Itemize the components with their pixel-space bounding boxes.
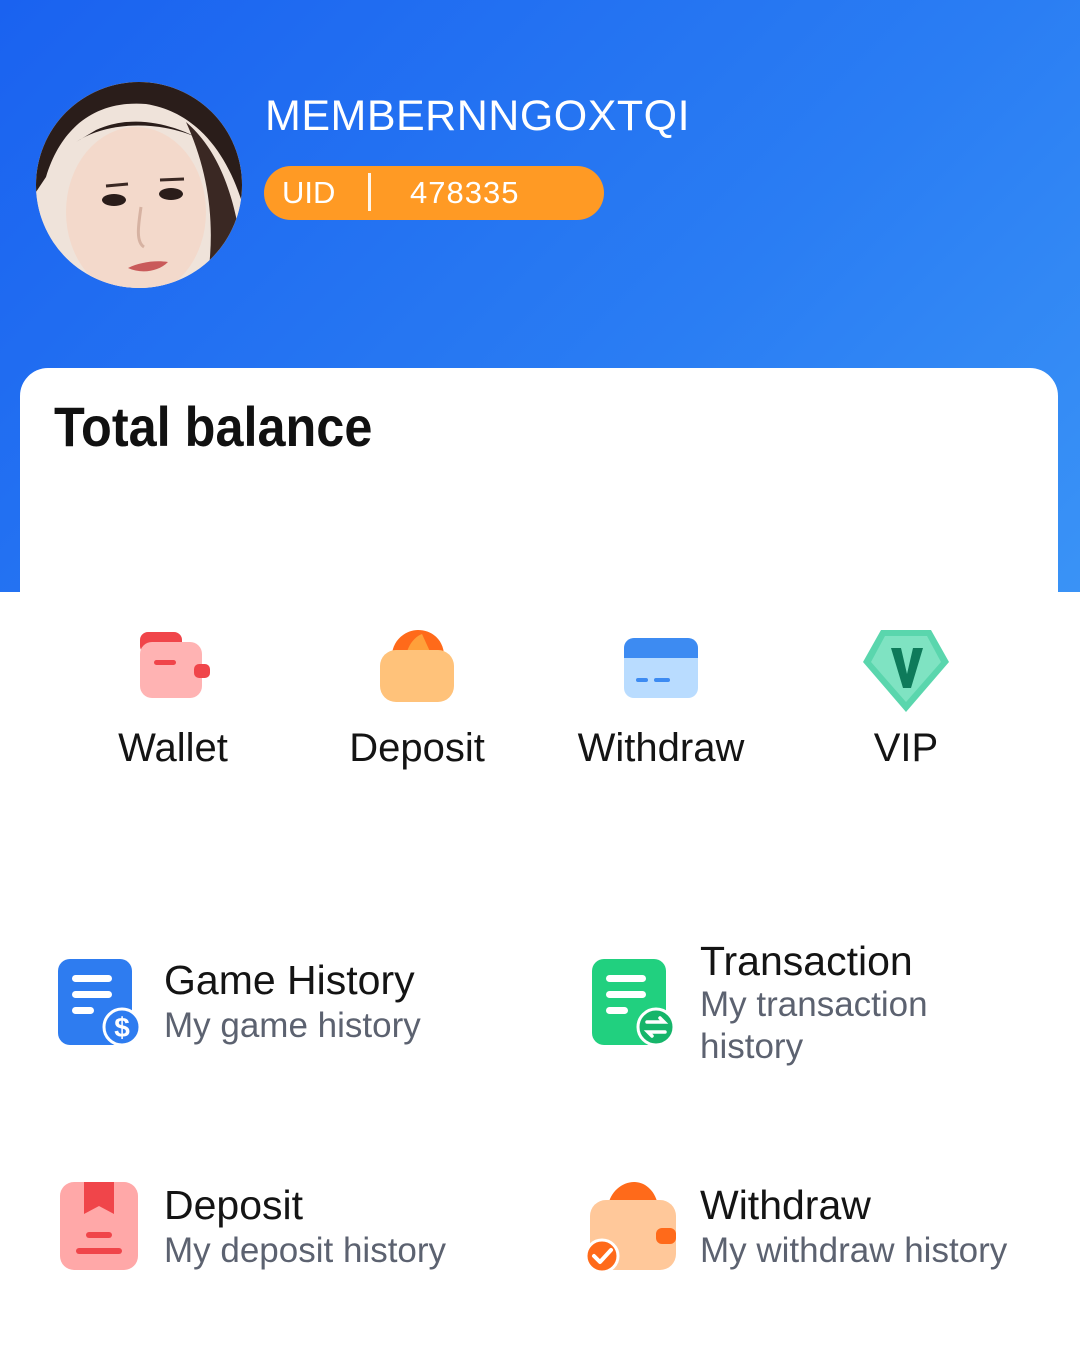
wallet-icon <box>128 626 218 716</box>
vip-button[interactable]: VIP <box>806 626 1006 771</box>
withdraw-label: Withdraw <box>577 726 745 770</box>
withdraw-history-subtitle: My withdraw history <box>700 1231 1008 1270</box>
withdraw-history-item[interactable]: Withdraw My withdraw history <box>584 1178 1064 1278</box>
vip-label: VIP <box>873 726 939 770</box>
uid-separator <box>368 173 371 211</box>
svg-text:$: $ <box>114 1012 130 1043</box>
game-history-title: Game History <box>164 957 415 1003</box>
deposit-history-subtitle: My deposit history <box>164 1231 447 1270</box>
uid-label: UID <box>282 175 336 210</box>
vip-icon <box>861 626 951 716</box>
withdraw-button[interactable]: Withdraw <box>561 626 761 771</box>
transaction-subtitle: My transaction history <box>700 985 928 1066</box>
username: MEMBERNNGOXTQI <box>265 92 691 140</box>
deposit-history-title: Deposit <box>164 1182 304 1228</box>
transaction-history-item[interactable]: Transaction My transaction history <box>590 938 1060 1078</box>
game-history-subtitle: My game history <box>164 1006 421 1045</box>
balance-card: Total balance <box>20 368 1058 628</box>
withdraw-history-title: Withdraw <box>700 1182 871 1228</box>
transaction-title: Transaction <box>700 938 913 984</box>
uid-value: 478335 <box>410 175 520 210</box>
withdraw-history-icon <box>584 1178 684 1278</box>
game-history-icon: $ <box>56 955 156 1055</box>
deposit-icon <box>372 626 462 716</box>
deposit-history-icon <box>56 1180 156 1280</box>
avatar[interactable] <box>36 82 242 288</box>
wallet-button[interactable]: Wallet <box>73 626 273 771</box>
uid-badge[interactable]: UID 478335 <box>264 166 604 220</box>
withdraw-card-icon <box>616 626 706 716</box>
transaction-icon <box>590 955 690 1055</box>
deposit-label: Deposit <box>349 726 485 770</box>
balance-title: Total balance <box>54 395 373 458</box>
game-history-item[interactable]: $ Game History My game history <box>56 955 516 1055</box>
wallet-label: Wallet <box>118 726 228 770</box>
deposit-history-item[interactable]: Deposit My deposit history <box>56 1180 516 1280</box>
deposit-button[interactable]: Deposit <box>317 626 517 771</box>
